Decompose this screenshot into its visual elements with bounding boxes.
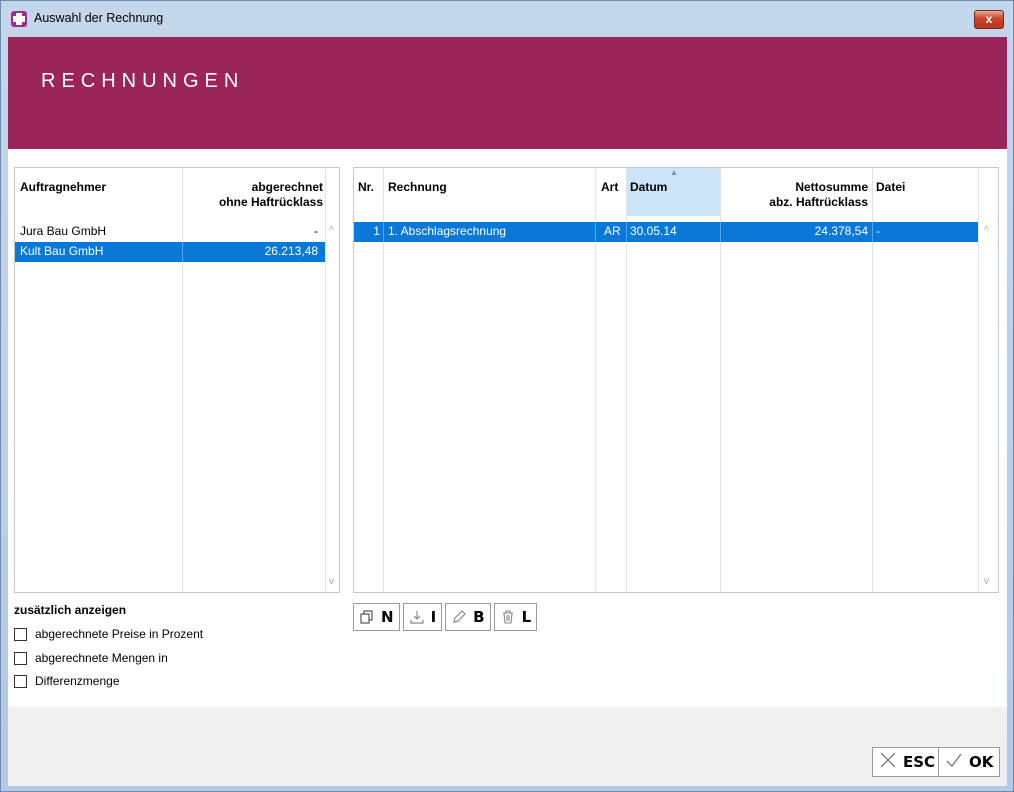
option-label: Differenzmenge: [35, 674, 120, 688]
cell-datum[interactable]: 30.05.14: [630, 222, 677, 241]
download-icon: [409, 609, 425, 625]
close-button[interactable]: x: [974, 10, 1004, 29]
cancel-button[interactable]: ESC: [872, 747, 943, 777]
header-datei[interactable]: Datei: [876, 180, 905, 195]
column-divider: [595, 222, 596, 242]
column-divider: [872, 222, 873, 242]
header-art[interactable]: Art: [601, 180, 618, 195]
cell-nr[interactable]: 1: [354, 222, 380, 241]
cell-art[interactable]: AR: [604, 222, 621, 241]
header-datum[interactable]: Datum: [630, 180, 667, 195]
option-label: abgerechnete Preise in Prozent: [35, 627, 204, 641]
header-nettosumme-line1: Nettosumme: [795, 180, 868, 194]
dialog-window: Auswahl der Rechnung x RECHNUNGEN Auftra…: [0, 0, 1014, 792]
row-contractor-value[interactable]: -: [314, 222, 318, 241]
column-divider: [626, 222, 627, 242]
title-bar[interactable]: Auswahl der Rechnung x: [1, 1, 1013, 37]
cell-datei[interactable]: -: [876, 222, 880, 241]
new-label: N: [381, 608, 394, 626]
column-divider: [182, 168, 183, 592]
header-auftragnehmer[interactable]: Auftragnehmer: [20, 180, 106, 195]
page-title: RECHNUNGEN: [41, 70, 245, 92]
edit-label: B: [473, 608, 485, 626]
row-contractor-name[interactable]: Kult Bau GmbH: [20, 242, 103, 261]
copy-icon: [359, 609, 375, 625]
option-difference[interactable]: Differenzmenge: [14, 674, 120, 688]
header-abgerechnet-line2: ohne Haftrücklass: [218, 195, 323, 209]
scroll-down-icon[interactable]: v: [984, 576, 989, 587]
delete-label: L: [521, 608, 532, 626]
edit-button[interactable]: B: [445, 603, 491, 631]
option-label: abgerechnete Mengen in: [35, 651, 168, 665]
pencil-icon: [451, 609, 467, 625]
column-divider: [182, 242, 183, 262]
scroll-up-icon[interactable]: ^: [984, 225, 989, 236]
option-quantities[interactable]: abgerechnete Mengen in: [14, 651, 168, 665]
invoice-toolbar: N I B L: [353, 603, 538, 633]
trash-icon: [500, 609, 516, 625]
checkmark-icon: [945, 751, 963, 774]
option-prices-percent[interactable]: abgerechnete Preise in Prozent: [14, 627, 203, 641]
ok-button[interactable]: OK: [938, 747, 1001, 777]
app-icon: [11, 11, 27, 27]
header-abgerechnet[interactable]: abgerechnet ohne Haftrücklass: [219, 180, 323, 210]
delete-button[interactable]: L: [493, 603, 538, 631]
scroll-up-icon[interactable]: ^: [329, 225, 334, 236]
column-divider: [325, 168, 326, 592]
close-x-icon: [879, 751, 897, 774]
cancel-label: ESC: [903, 753, 936, 771]
header-rechnung[interactable]: Rechnung: [388, 180, 447, 195]
dialog-footer: ESC OK: [8, 707, 1007, 786]
dialog-client: RECHNUNGEN Auftragnehmer abgerechnet ohn…: [8, 37, 1007, 786]
header-nettosumme[interactable]: Nettosumme abz. Haftrücklass: [720, 180, 868, 210]
checkbox[interactable]: [14, 651, 27, 665]
header-band: RECHNUNGEN: [8, 37, 1007, 149]
scroll-down-icon[interactable]: v: [329, 576, 334, 587]
column-divider: [978, 168, 979, 592]
header-nettosumme-line2: abz. Haftrücklass: [769, 195, 868, 209]
window-title: Auswahl der Rechnung: [34, 11, 164, 25]
row-contractor-value[interactable]: 26.213,48: [265, 242, 318, 261]
checkbox[interactable]: [14, 674, 27, 688]
row-contractor-name[interactable]: Jura Bau GmbH: [20, 222, 106, 241]
ok-label: OK: [969, 753, 994, 771]
invoice-grid[interactable]: ▲ Nr. Rechnung Art Datum Nettosumme abz.…: [353, 167, 999, 593]
content-area: Auftragnehmer abgerechnet ohne Haftrückl…: [8, 149, 1007, 707]
contractor-grid[interactable]: Auftragnehmer abgerechnet ohne Haftrückl…: [14, 167, 340, 593]
options-title: zusätzlich anzeigen: [14, 603, 127, 617]
import-label: I: [430, 608, 437, 626]
header-abgerechnet-line1: abgerechnet: [251, 180, 323, 194]
sort-ascending-icon: ▲: [670, 168, 678, 177]
import-button[interactable]: I: [402, 603, 443, 631]
column-divider: [383, 222, 384, 242]
cell-rechnung[interactable]: 1. Abschlagsrechnung: [388, 222, 506, 241]
cell-nettosumme[interactable]: 24.378,54: [720, 222, 868, 241]
new-button[interactable]: N: [353, 603, 400, 631]
checkbox[interactable]: [14, 627, 27, 641]
header-nr[interactable]: Nr.: [358, 180, 374, 195]
